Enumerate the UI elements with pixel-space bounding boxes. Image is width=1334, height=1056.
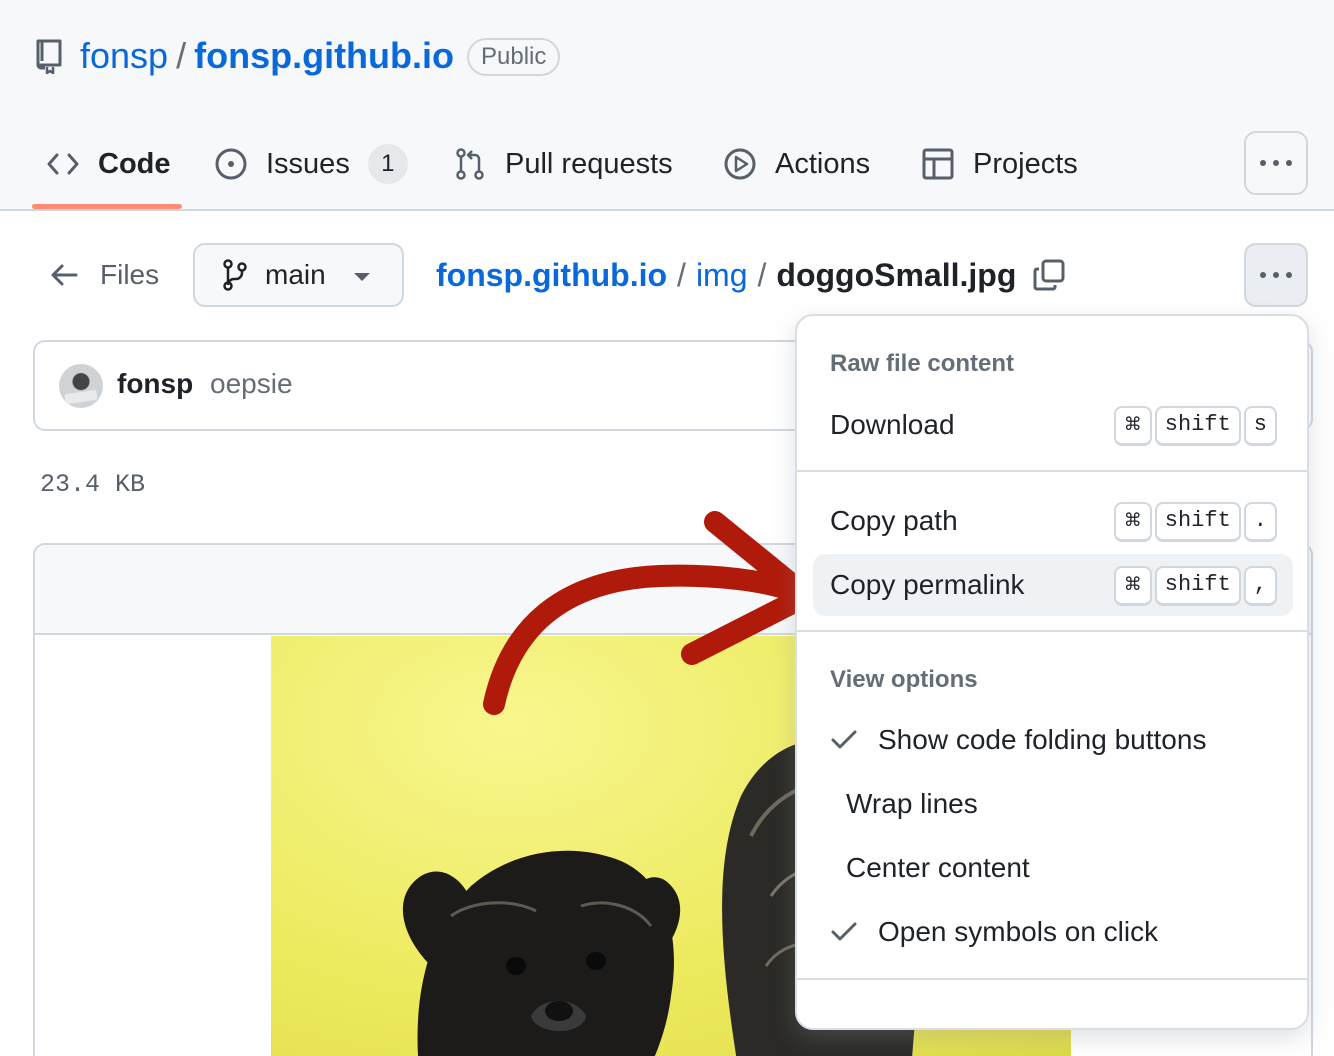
avatar[interactable]: [59, 364, 103, 408]
repo-more-button[interactable]: [1244, 131, 1308, 195]
copy-icon[interactable]: [1032, 258, 1066, 292]
tab-code-label: Code: [98, 147, 171, 180]
tab-actions[interactable]: Actions: [723, 130, 870, 198]
menu-divider: [797, 470, 1307, 472]
issue-opened-icon: [215, 148, 247, 180]
menu-item-copy-permalink[interactable]: Copy permalink ⌘ shift ,: [813, 554, 1293, 616]
git-pull-request-icon: [456, 148, 484, 180]
menu-item-download[interactable]: Download ⌘ shift s: [813, 394, 1293, 456]
kbd-key: shift: [1154, 502, 1241, 542]
kbd-key: ⌘: [1113, 502, 1152, 542]
menu-item-copy-path-label: Copy path: [830, 505, 958, 536]
breadcrumb-separator: /: [677, 257, 686, 293]
repo-header: fonsp / fonsp.github.io Public Code Issues…: [0, 0, 1334, 211]
breadcrumb: fonsp.github.io / img / doggoSmall.jpg: [436, 252, 1016, 298]
kebab-horizontal-icon: [1260, 272, 1292, 278]
tab-projects[interactable]: Projects: [921, 130, 1078, 198]
kbd-key: s: [1243, 406, 1277, 446]
menu-section-raw: Raw file content: [830, 350, 1015, 377]
menu-item-copy-path[interactable]: Copy path ⌘ shift .: [813, 490, 1293, 552]
kbd-key: ⌘: [1113, 566, 1152, 606]
menu-divider: [797, 978, 1307, 980]
check-icon: [830, 920, 860, 944]
branch-name: main: [265, 259, 326, 290]
menu-item-open-symbols[interactable]: Open symbols on click: [830, 908, 1158, 956]
repo-tabs: Code Issues 1 Pull requests Actions Proj…: [0, 130, 1334, 210]
commit-message[interactable]: oepsie: [210, 368, 293, 400]
copy-path-shortcut: ⌘ shift .: [1113, 502, 1277, 542]
kbd-key: shift: [1154, 406, 1241, 446]
code-icon: [47, 153, 79, 175]
menu-item-wrap-lines[interactable]: Wrap lines: [846, 780, 978, 828]
back-to-files-button[interactable]: Files: [50, 250, 159, 300]
menu-item-code-folding[interactable]: Show code folding buttons: [830, 716, 1206, 764]
breadcrumb-repo-link[interactable]: fonsp.github.io: [436, 257, 667, 293]
menu-item-open-symbols-label: Open symbols on click: [878, 916, 1159, 947]
repo-title-separator: /: [176, 35, 187, 76]
download-shortcut: ⌘ shift s: [1113, 406, 1277, 446]
kbd-key: .: [1243, 502, 1277, 542]
menu-divider: [797, 630, 1307, 632]
git-branch-icon: [223, 259, 247, 291]
triangle-down-icon: [354, 273, 370, 281]
breadcrumb-separator: /: [757, 257, 767, 293]
repo-icon: [36, 39, 62, 74]
repo-name-link[interactable]: fonsp.github.io: [194, 35, 454, 76]
tab-issues[interactable]: Issues 1: [214, 130, 408, 198]
breadcrumb-dir-link[interactable]: img: [696, 257, 748, 293]
check-icon: [830, 728, 860, 752]
tab-actions-label: Actions: [775, 147, 871, 180]
file-more-button[interactable]: [1244, 243, 1308, 307]
active-tab-indicator: [32, 204, 182, 209]
tab-projects-label: Projects: [973, 147, 1078, 180]
kebab-horizontal-icon: [1260, 160, 1292, 166]
copy-permalink-shortcut: ⌘ shift ,: [1113, 566, 1277, 606]
repo-title: fonsp / fonsp.github.io: [80, 34, 454, 78]
breadcrumb-filename: doggoSmall.jpg: [776, 257, 1017, 293]
menu-item-wrap-lines-label: Wrap lines: [846, 788, 978, 819]
menu-section-view: View options: [830, 666, 978, 693]
tab-code[interactable]: Code: [46, 130, 171, 198]
file-size: 23.4 KB: [40, 470, 146, 499]
kbd-key: ,: [1243, 566, 1277, 606]
tab-pull-requests-label: Pull requests: [505, 147, 673, 180]
tab-pull-requests[interactable]: Pull requests: [453, 130, 673, 198]
menu-item-center-content-label: Center content: [846, 852, 1030, 883]
kbd-key: shift: [1154, 566, 1241, 606]
commit-author[interactable]: fonsp: [117, 368, 193, 400]
menu-item-copy-permalink-label: Copy permalink: [830, 569, 1025, 600]
annotation-arrow: [483, 511, 817, 715]
menu-item-center-content[interactable]: Center content: [846, 844, 1030, 892]
table-icon: [922, 148, 954, 180]
visibility-badge: Public: [467, 38, 561, 76]
files-label: Files: [100, 259, 160, 290]
repo-owner-link[interactable]: fonsp: [80, 35, 168, 76]
tab-issues-label: Issues: [266, 147, 350, 180]
kbd-key: ⌘: [1113, 406, 1152, 446]
play-icon: [724, 148, 756, 180]
file-actions-menu: Raw file content Download ⌘ shift s Copy…: [795, 314, 1309, 1030]
menu-item-download-label: Download: [830, 409, 955, 440]
branch-selector[interactable]: main: [193, 243, 404, 307]
menu-item-code-folding-label: Show code folding buttons: [878, 724, 1207, 755]
arrow-left-icon: [51, 264, 78, 286]
issues-count-badge: 1: [367, 144, 408, 184]
